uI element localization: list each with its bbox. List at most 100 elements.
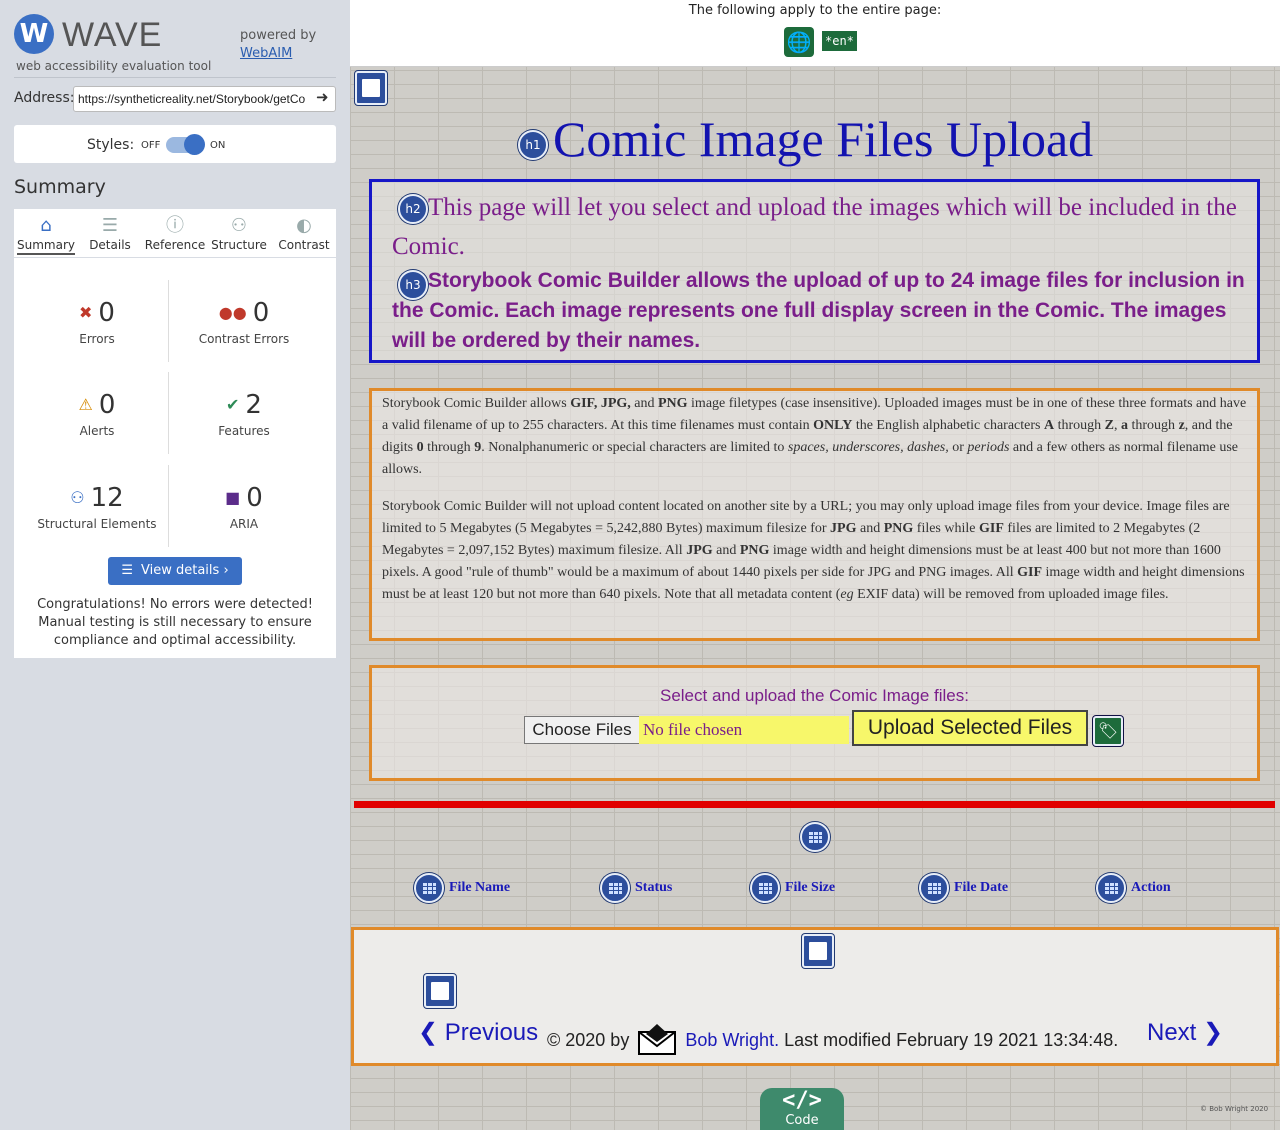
info-icon: ⓘ — [166, 215, 184, 236]
tab-label: Summary — [17, 238, 75, 255]
table-header-icon[interactable] — [600, 873, 630, 903]
tab-label: Reference — [144, 238, 206, 252]
text: a — [1121, 418, 1128, 433]
language-badge[interactable]: *en* — [822, 31, 857, 51]
page-notice-text: The following apply to the entire page: — [688, 3, 942, 18]
text: periods — [967, 440, 1010, 455]
nav-landmark-icon[interactable] — [424, 974, 456, 1008]
tab-label: Contrast — [278, 238, 330, 252]
code-icon: </> — [782, 1088, 822, 1113]
wave-logo-name: WAVE — [62, 16, 163, 54]
alerts-count: 0 — [98, 390, 116, 420]
table-header-icon[interactable] — [1096, 873, 1126, 903]
last-modified-text: Last modified February 19 2021 13:34:48. — [779, 1030, 1119, 1050]
wave-tabs: ⌂ Summary ☰ Details ⓘ Reference ⚇ Struct… — [14, 209, 336, 257]
powered-by-text: powered by — [240, 28, 317, 43]
text: A — [1043, 418, 1055, 433]
th-file-name: File Name — [449, 880, 511, 895]
tab-label: Details — [89, 238, 131, 252]
heading-2: This page will let you select and upload… — [392, 194, 1237, 260]
address-input[interactable]: https://syntheticreality.net/Storybook/g… — [73, 86, 336, 112]
text: Z — [1104, 418, 1114, 433]
features-count: 2 — [245, 390, 262, 420]
text: , — [1114, 418, 1121, 433]
home-icon: ⌂ — [40, 215, 52, 236]
styles-toggle[interactable] — [166, 134, 205, 155]
styles-toggle-box: Styles: OFF ON — [14, 125, 336, 163]
wave-tagline: web accessibility evaluation tool — [16, 59, 212, 73]
copyright-line: © 2020 by Bob Wright. Last modified Febr… — [547, 1022, 1118, 1056]
stat-features: ✔ 2 Features — [169, 390, 319, 438]
tag-icon[interactable]: 🏷 — [1093, 716, 1123, 746]
upload-instruction: Select and upload the Comic Image files: — [659, 686, 969, 705]
tiny-credit: © Bob Wright 2020 — [1200, 1105, 1269, 1113]
contrast-errors-label: Contrast Errors — [198, 332, 290, 346]
th-file-date: File Date — [954, 880, 1009, 895]
code-toggle-button[interactable]: </> Code — [760, 1088, 844, 1130]
text: files while — [913, 521, 979, 536]
stat-alerts: ⚠ 0 Alerts — [22, 390, 172, 438]
address-label: Address: — [14, 90, 75, 106]
summary-panel: ✖ 0 Errors ●● 0 Contrast Errors ⚠ 0 Alerts … — [14, 258, 336, 658]
globe-icon[interactable]: 🌐 — [784, 27, 814, 57]
upload-selected-files-button[interactable]: Upload Selected Files — [852, 710, 1088, 746]
filetype-rules-paragraph: Storybook Comic Builder allows GIF, JPG,… — [382, 393, 1248, 481]
toggle-knob[interactable] — [184, 134, 205, 155]
text: spaces, underscores, dashes, — [787, 440, 949, 455]
page-level-notices: The following apply to the entire page: … — [350, 0, 1280, 67]
upload-box: Select and upload the Comic Image files:… — [369, 665, 1260, 781]
webaim-link[interactable]: WebAIM — [240, 46, 292, 61]
list-icon: ☰ — [121, 563, 134, 578]
h3-text-pre: Storybook Comic Builder allows the uploa… — [428, 269, 951, 292]
text: EXIF data) will be removed from uploaded… — [853, 587, 1169, 602]
text: through — [1128, 418, 1179, 433]
text: JPG — [686, 543, 713, 558]
tab-reference[interactable]: ⓘ Reference — [143, 209, 207, 257]
tab-details[interactable]: ☰ Details — [78, 209, 142, 257]
header-landmark-icon[interactable] — [355, 71, 387, 105]
view-details-button[interactable]: ☰ View details › — [108, 557, 242, 585]
errors-count: 0 — [98, 298, 115, 328]
text: GIF — [979, 521, 1004, 536]
structural-label: Structural Elements — [37, 517, 157, 531]
styles-label: Styles: — [87, 137, 135, 153]
text: ONLY — [813, 418, 853, 433]
table-icon[interactable] — [800, 822, 830, 852]
text: through — [1054, 418, 1105, 433]
structure-icon: ⚇ — [230, 215, 248, 236]
styles-on-label: ON — [210, 140, 226, 151]
h1-badge-icon[interactable]: h1 — [518, 130, 548, 160]
stat-contrast-errors: ●● 0 Contrast Errors — [169, 298, 319, 346]
envelope-icon[interactable] — [638, 1022, 677, 1056]
text: GIF, JPG, — [570, 396, 631, 411]
previous-link[interactable]: ❮ Previous — [418, 1018, 538, 1047]
aria-cube-icon: ■ — [225, 488, 241, 507]
contrast-icon: ◐ — [296, 215, 312, 236]
th-file-size: File Size — [785, 880, 836, 895]
text: Storybook Comic Builder allows — [382, 396, 571, 411]
table-header-icon[interactable] — [919, 873, 949, 903]
choose-files-button[interactable]: Choose Files — [524, 716, 640, 744]
tab-summary[interactable]: ⌂ Summary — [14, 209, 78, 257]
aria-count: 0 — [246, 483, 263, 513]
intro-box: h2 This page will let you select and upl… — [369, 179, 1260, 363]
text: PNG — [883, 521, 914, 536]
tab-contrast[interactable]: ◐ Contrast — [272, 209, 336, 257]
text: through — [423, 440, 475, 455]
copyright-text: © 2020 by — [547, 1030, 630, 1050]
text: the English alphabetic characters — [852, 418, 1044, 433]
rules-box: Storybook Comic Builder allows GIF, JPG,… — [369, 388, 1260, 641]
author-link[interactable]: Bob Wright. — [685, 1030, 779, 1050]
error-icon: ✖ — [79, 303, 93, 322]
footer-landmark-icon[interactable] — [802, 934, 834, 968]
table-header-icon[interactable] — [750, 873, 780, 903]
go-arrow-icon[interactable]: ➜ — [316, 88, 334, 110]
wave-sidebar: W WAVE web accessibility evaluation tool… — [0, 0, 350, 1130]
heading-3: Storybook Comic Builder allows the uploa… — [392, 266, 1252, 356]
tab-structure[interactable]: ⚇ Structure — [207, 209, 271, 257]
errors-label: Errors — [79, 332, 115, 346]
text: and — [856, 521, 884, 536]
next-link[interactable]: Next ❯ — [1147, 1018, 1223, 1047]
table-header-icon[interactable] — [414, 873, 444, 903]
size-rules-paragraph: Storybook Comic Builder will not upload … — [382, 496, 1248, 606]
